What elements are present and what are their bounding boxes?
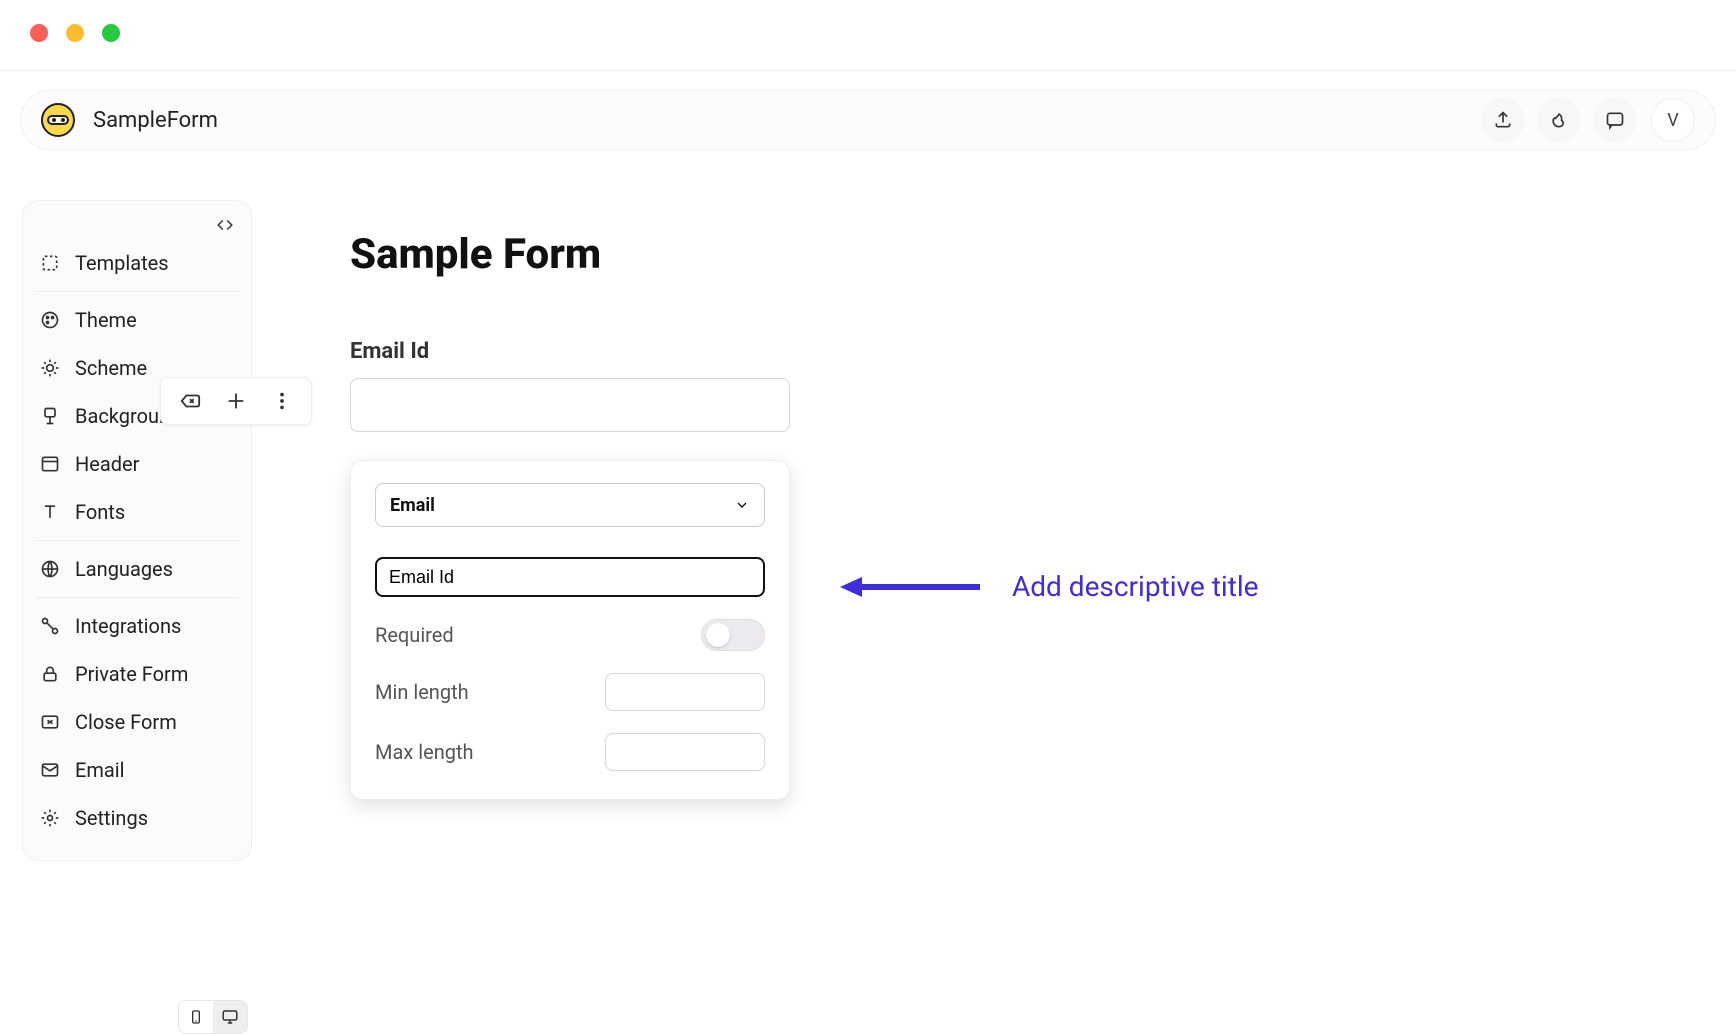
comments-button[interactable]	[1593, 98, 1637, 142]
field-settings-popup: Email Required Min length Max length	[350, 460, 790, 800]
sidebar-item-templates[interactable]: Templates	[33, 239, 241, 287]
sidebar-item-label: Header	[75, 452, 139, 476]
annotation-text: Add descriptive title	[1012, 570, 1259, 603]
more-options-button[interactable]	[271, 390, 293, 412]
gear-icon	[39, 807, 61, 829]
app-logo-icon	[41, 103, 75, 137]
app-title: SampleForm	[93, 108, 218, 133]
sidebar-item-languages[interactable]: Languages	[33, 545, 241, 593]
share-button[interactable]	[1481, 98, 1525, 142]
sidebar-item-settings[interactable]: Settings	[33, 794, 241, 842]
integrations-icon	[39, 615, 61, 637]
sidebar-item-header[interactable]: Header	[33, 440, 241, 488]
required-label: Required	[375, 623, 454, 647]
header-icon	[39, 453, 61, 475]
maximize-window-icon[interactable]	[102, 24, 120, 42]
publish-button[interactable]	[1537, 98, 1581, 142]
background-icon	[39, 405, 61, 427]
sidebar: Templates Theme Scheme Background Header…	[22, 200, 252, 861]
device-preview-toggle	[178, 1000, 248, 1034]
palette-icon	[39, 309, 61, 331]
sidebar-item-label: Templates	[75, 251, 169, 275]
mail-icon	[39, 759, 61, 781]
min-length-input[interactable]	[605, 673, 765, 711]
sidebar-item-fonts[interactable]: Fonts	[33, 488, 241, 536]
sidebar-item-label: Email	[75, 758, 125, 782]
window-controls	[30, 24, 120, 42]
max-length-input[interactable]	[605, 733, 765, 771]
arrow-left-icon	[840, 575, 980, 599]
sidebar-item-email[interactable]: Email	[33, 746, 241, 794]
sidebar-item-label: Fonts	[75, 500, 125, 524]
sidebar-item-label: Settings	[75, 806, 148, 830]
code-toggle-button[interactable]	[211, 211, 239, 239]
field-type-select[interactable]: Email	[375, 483, 765, 527]
minimize-window-icon[interactable]	[66, 24, 84, 42]
chevron-down-icon	[734, 497, 750, 513]
sidebar-item-label: Languages	[75, 557, 173, 581]
min-length-label: Min length	[375, 680, 469, 704]
titlebar-separator	[0, 70, 1736, 71]
globe-icon	[39, 558, 61, 580]
sidebar-item-private-form[interactable]: Private Form	[33, 650, 241, 698]
topbar: SampleForm V	[20, 90, 1716, 150]
max-length-label: Max length	[375, 740, 474, 764]
user-avatar[interactable]: V	[1651, 98, 1695, 142]
sidebar-item-label: Theme	[75, 308, 137, 332]
lock-icon	[39, 663, 61, 685]
close-window-icon[interactable]	[30, 24, 48, 42]
sidebar-item-label: Integrations	[75, 614, 181, 638]
required-toggle[interactable]	[701, 619, 765, 651]
sidebar-item-label: Scheme	[75, 356, 147, 380]
form-canvas: Sample Form Email Id	[350, 230, 1696, 432]
sidebar-item-integrations[interactable]: Integrations	[33, 602, 241, 650]
sidebar-item-label: Private Form	[75, 662, 188, 686]
sidebar-item-theme[interactable]: Theme	[33, 296, 241, 344]
form-title[interactable]: Sample Form	[350, 230, 1696, 279]
sidebar-item-label: Close Form	[75, 710, 177, 734]
mobile-preview-button[interactable]	[179, 1001, 213, 1033]
desktop-preview-button[interactable]	[213, 1001, 247, 1033]
templates-icon	[39, 252, 61, 274]
sun-icon	[39, 357, 61, 379]
field-label-email: Email Id	[350, 339, 1696, 364]
close-form-icon	[39, 711, 61, 733]
email-field[interactable]	[350, 378, 790, 432]
font-icon	[39, 501, 61, 523]
annotation: Add descriptive title	[840, 570, 1259, 603]
field-title-input[interactable]	[375, 557, 765, 597]
field-type-selected: Email	[390, 495, 435, 516]
sidebar-item-close-form[interactable]: Close Form	[33, 698, 241, 746]
add-field-button[interactable]	[225, 390, 247, 412]
delete-field-button[interactable]	[179, 390, 201, 412]
scheme-toolbar	[160, 377, 312, 425]
